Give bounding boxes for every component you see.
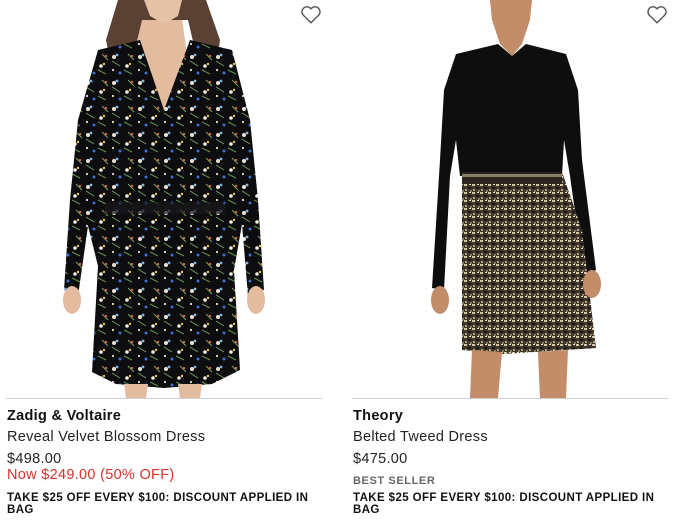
best-seller-badge: BEST SELLER — [353, 475, 436, 487]
product-card[interactable]: Theory Belted Tweed Dress $475.00 BEST S… — [352, 0, 673, 529]
product-card[interactable]: Zadig & Voltaire Reveal Velvet Blossom D… — [6, 0, 328, 529]
product-image[interactable] — [6, 0, 322, 398]
product-brand[interactable]: Theory — [353, 408, 403, 424]
product-price: $475.00 — [353, 451, 408, 467]
card-divider — [352, 398, 668, 399]
product-price: $498.00 — [7, 451, 62, 467]
promo-text: TAKE $25 OFF EVERY $100: DISCOUNT APPLIE… — [7, 492, 309, 516]
product-grid: Zadig & Voltaire Reveal Velvet Blossom D… — [0, 0, 673, 529]
card-divider — [6, 398, 322, 399]
product-brand[interactable]: Zadig & Voltaire — [7, 408, 121, 424]
sale-price: Now $249.00 (50% OFF) — [7, 467, 175, 483]
wishlist-heart-icon[interactable] — [300, 4, 322, 26]
product-name[interactable]: Belted Tweed Dress — [353, 429, 488, 445]
product-image[interactable] — [352, 0, 668, 398]
product-name[interactable]: Reveal Velvet Blossom Dress — [7, 429, 205, 445]
wishlist-heart-icon[interactable] — [646, 4, 668, 26]
promo-text: TAKE $25 OFF EVERY $100: DISCOUNT APPLIE… — [353, 492, 655, 516]
